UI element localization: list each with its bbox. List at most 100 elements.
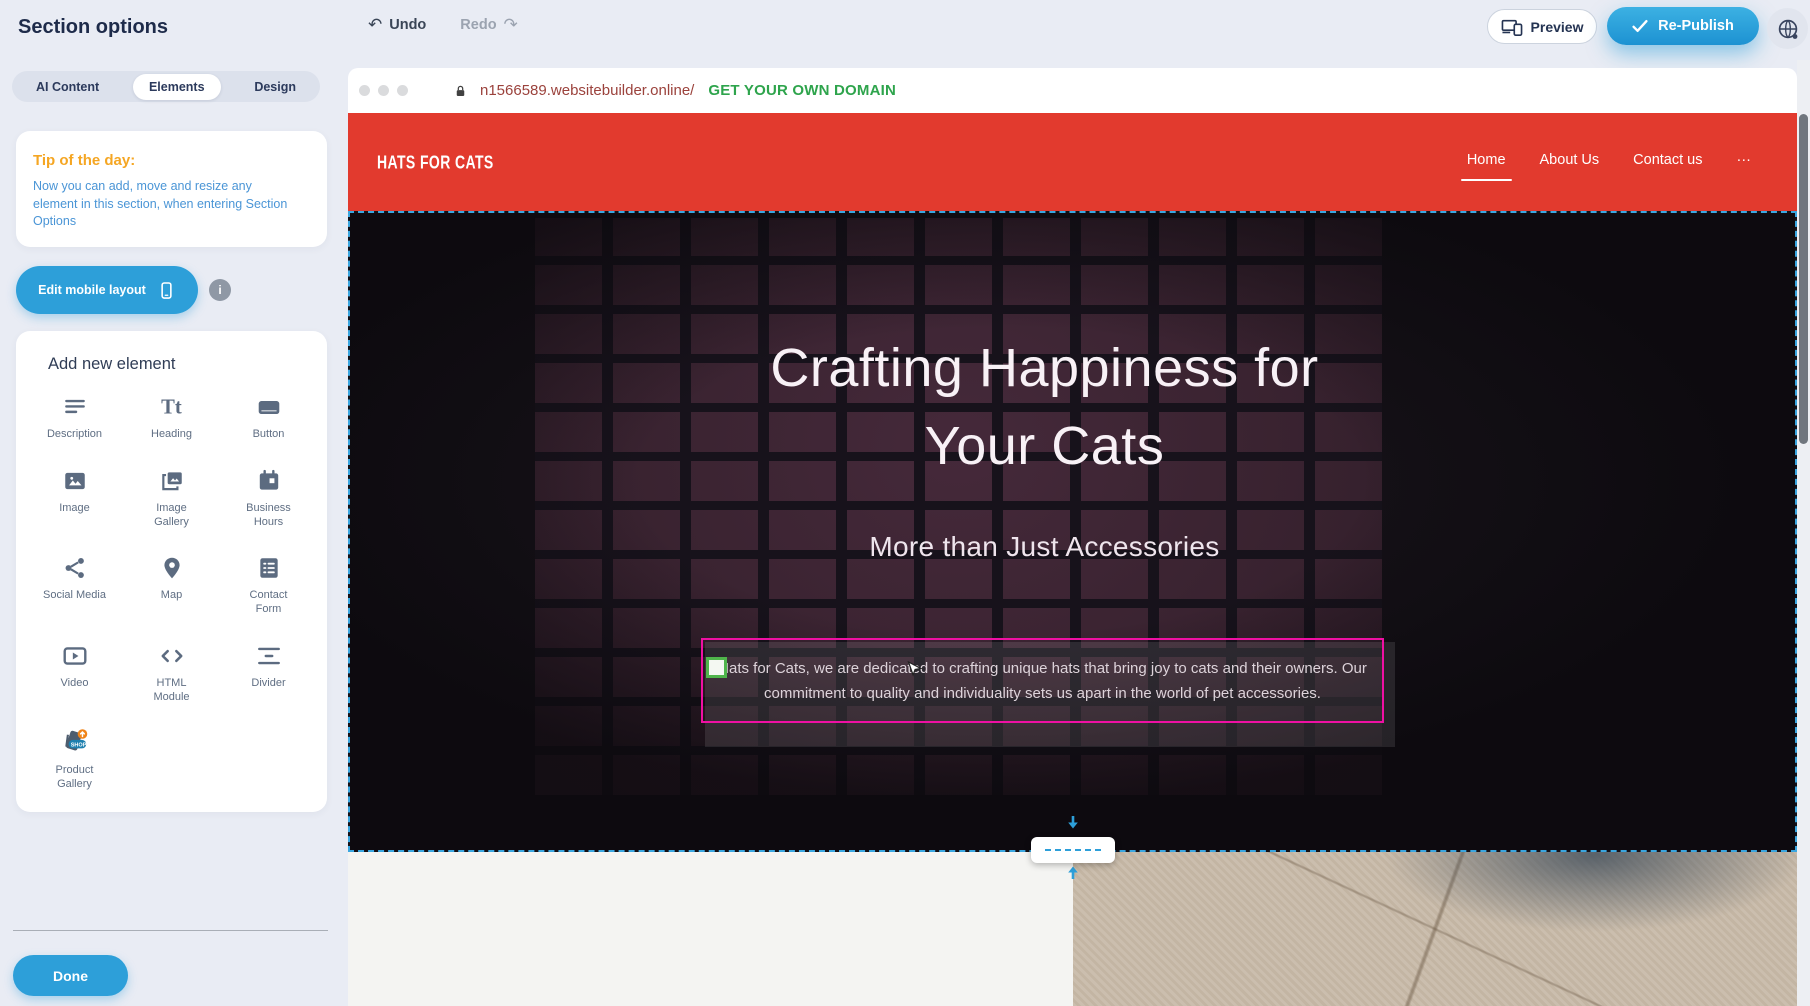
- add-element-label: Button: [253, 428, 285, 442]
- undo-redo-group: ↶ Undo Redo ↷: [368, 15, 518, 35]
- add-element-contact-form[interactable]: Contact Form: [220, 553, 317, 617]
- mouse-cursor: [907, 661, 923, 684]
- site-url: n1566589.websitebuilder.online/: [480, 82, 694, 99]
- hero-subheading[interactable]: More than Just Accessories: [350, 531, 1739, 563]
- add-element-html-module[interactable]: HTML Module: [123, 641, 220, 705]
- add-element-button[interactable]: Button: [220, 392, 317, 442]
- tip-heading: Tip of the day:: [33, 152, 310, 169]
- edit-mobile-layout-button[interactable]: Edit mobile layout: [16, 266, 198, 314]
- window-dots: [359, 85, 408, 96]
- undo-button[interactable]: ↶ Undo: [368, 15, 426, 35]
- resize-dash-line: [1045, 849, 1101, 851]
- image-icon: [62, 466, 88, 494]
- site-header: HATS FOR CATS Home About Us Contact us ···: [348, 113, 1797, 211]
- add-element-label: Image: [59, 502, 90, 516]
- html-module-icon: [159, 641, 185, 669]
- add-element-description[interactable]: Description: [26, 392, 123, 442]
- done-label: Done: [53, 968, 88, 984]
- section-resize-handle[interactable]: [1031, 837, 1115, 863]
- site-nav: Home About Us Contact us ···: [1467, 152, 1751, 172]
- nav-item-[interactable]: ···: [1737, 152, 1752, 172]
- add-element-label: Divider: [251, 677, 285, 691]
- tab-elements[interactable]: Elements: [133, 74, 221, 100]
- add-element-label: Heading: [151, 428, 192, 442]
- devices-icon: [1501, 17, 1523, 37]
- undo-label: Undo: [389, 17, 426, 33]
- selected-text-element[interactable]: Hats for Cats, we are dedicated to craft…: [701, 638, 1384, 723]
- product-gallery-icon: SHOP: [59, 728, 91, 756]
- nav-item-about-us[interactable]: About Us: [1540, 152, 1600, 172]
- hero-section[interactable]: Crafting Happiness for Your Cats More th…: [348, 211, 1797, 852]
- tab-ai-content[interactable]: AI Content: [20, 74, 115, 100]
- add-element-social-media[interactable]: Social Media: [26, 553, 123, 617]
- button-icon: [256, 392, 282, 420]
- get-domain-link[interactable]: GET YOUR OWN DOMAIN: [708, 82, 896, 99]
- resize-arrow-down-icon: [1066, 815, 1080, 836]
- add-element-label: Social Media: [43, 589, 106, 603]
- preview-label: Preview: [1531, 19, 1584, 35]
- add-element-card: Add new element Description Tt Heading Butt…: [16, 331, 327, 812]
- map-icon: [159, 553, 185, 581]
- add-element-label: Video: [61, 677, 89, 691]
- panel-divider: [13, 930, 328, 931]
- preview-button[interactable]: Preview: [1487, 9, 1597, 44]
- element-drag-handle[interactable]: [706, 657, 727, 678]
- add-element-map[interactable]: Map: [123, 553, 220, 617]
- phone-icon: [157, 281, 176, 300]
- info-icon[interactable]: i: [209, 279, 231, 301]
- add-element-label: HTML Module: [153, 677, 189, 705]
- add-element-label: Image Gallery: [154, 502, 189, 530]
- nav-item-contact-us[interactable]: Contact us: [1633, 152, 1702, 172]
- edit-mobile-label: Edit mobile layout: [38, 283, 146, 297]
- add-element-label: Business Hours: [246, 502, 291, 530]
- social-media-icon: [62, 553, 88, 581]
- add-element-label: Contact Form: [250, 589, 288, 617]
- divider-icon: [256, 641, 282, 669]
- add-element-label: Map: [161, 589, 182, 603]
- preview-scrollbar-thumb[interactable]: [1799, 114, 1808, 444]
- globe-icon: [1776, 17, 1800, 41]
- language-globe-button[interactable]: [1767, 8, 1808, 49]
- app-root: Section options ↶ Undo Redo ↷ Preview Re…: [0, 0, 1810, 1006]
- tab-design[interactable]: Design: [238, 74, 312, 100]
- add-element-video[interactable]: Video: [26, 641, 123, 705]
- add-element-heading[interactable]: Tt Heading: [123, 392, 220, 442]
- done-button[interactable]: Done: [13, 955, 128, 996]
- add-element-divider[interactable]: Divider: [220, 641, 317, 705]
- nav-item-home[interactable]: Home: [1467, 152, 1506, 172]
- site-logo[interactable]: HATS FOR CATS: [377, 152, 494, 173]
- redo-icon: ↷: [504, 15, 518, 35]
- browser-chrome: n1566589.websitebuilder.online/ GET YOUR…: [348, 68, 1797, 113]
- check-icon: [1632, 19, 1648, 33]
- tip-body: Now you can add, move and resize any ele…: [33, 178, 297, 231]
- panel-tabs: AI Content Elements Design: [12, 71, 320, 102]
- next-section-blank[interactable]: [348, 852, 1073, 1006]
- lock-icon: [453, 83, 468, 99]
- description-icon: [62, 392, 88, 420]
- contact-form-icon: [256, 553, 282, 581]
- tip-of-the-day-card: Tip of the day: Now you can add, move an…: [16, 131, 327, 247]
- next-section-image[interactable]: [1073, 852, 1797, 1006]
- add-element-product-gallery[interactable]: SHOP Product Gallery: [26, 728, 123, 792]
- redo-label: Redo: [460, 17, 496, 33]
- svg-text:SHOP: SHOP: [70, 743, 86, 749]
- business-hours-icon: [256, 466, 282, 494]
- republish-label: Re-Publish: [1658, 18, 1734, 34]
- svg-text:Tt: Tt: [161, 397, 182, 419]
- heading-icon: Tt: [159, 392, 185, 420]
- add-element-image[interactable]: Image: [26, 466, 123, 530]
- add-element-business-hours[interactable]: Business Hours: [220, 466, 317, 530]
- hero-body-text[interactable]: Hats for Cats, we are dedicated to craft…: [710, 656, 1375, 706]
- redo-button[interactable]: Redo ↷: [460, 15, 518, 35]
- add-element-grid: Description Tt Heading Button Image Image Gal…: [16, 378, 327, 792]
- republish-button[interactable]: Re-Publish: [1607, 7, 1759, 45]
- hero-heading[interactable]: Crafting Happiness for Your Cats: [715, 329, 1375, 485]
- add-element-title: Add new element: [48, 355, 327, 374]
- resize-arrow-up-icon: [1066, 864, 1080, 885]
- add-element-label: Product Gallery: [56, 764, 94, 792]
- page-title: Section options: [18, 16, 168, 39]
- add-element-label: Description: [47, 428, 102, 442]
- undo-icon: ↶: [368, 15, 382, 35]
- add-element-image-gallery[interactable]: Image Gallery: [123, 466, 220, 530]
- video-icon: [62, 641, 88, 669]
